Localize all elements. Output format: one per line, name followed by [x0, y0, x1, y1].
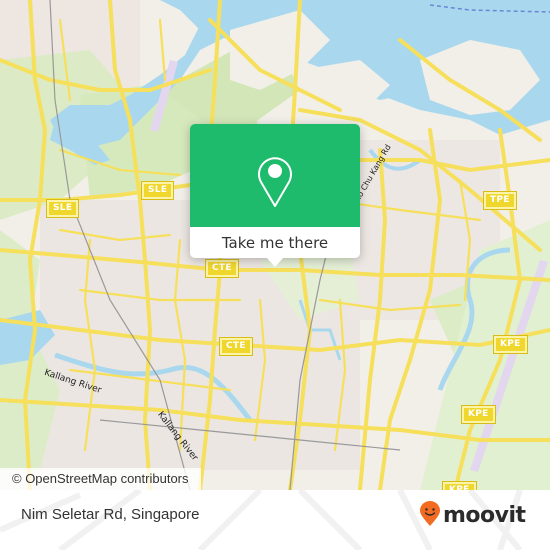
map-view[interactable]: SLE SLE CTE CTE TPE KPE KPE KPE Kallang … — [0, 0, 550, 490]
road-shield-cte: CTE — [219, 337, 253, 356]
road-shield-kpe: KPE — [442, 481, 477, 490]
road-shield-tpe: TPE — [483, 191, 517, 210]
popup-header[interactable] — [190, 124, 360, 227]
road-shield-kpe: KPE — [493, 335, 528, 354]
moovit-wordmark: moovit — [443, 503, 526, 528]
footer-bar: Nim Seletar Rd, Singapore moovit — [0, 490, 550, 550]
road-shield-sle: SLE — [45, 199, 80, 218]
moovit-logo[interactable]: moovit — [419, 501, 526, 531]
take-me-there-button[interactable]: Take me there — [190, 227, 360, 258]
road-shield-kpe: KPE — [461, 405, 496, 424]
location-name: Nim Seletar Rd, Singapore — [21, 506, 200, 523]
moovit-pin-icon — [419, 501, 441, 531]
road-shield-cte: CTE — [205, 259, 239, 278]
map-attribution[interactable]: © OpenStreetMap contributors — [0, 468, 201, 490]
destination-popup[interactable]: Take me there — [190, 124, 360, 267]
road-shield-sle: SLE — [140, 181, 175, 200]
popup-pointer — [266, 257, 284, 267]
